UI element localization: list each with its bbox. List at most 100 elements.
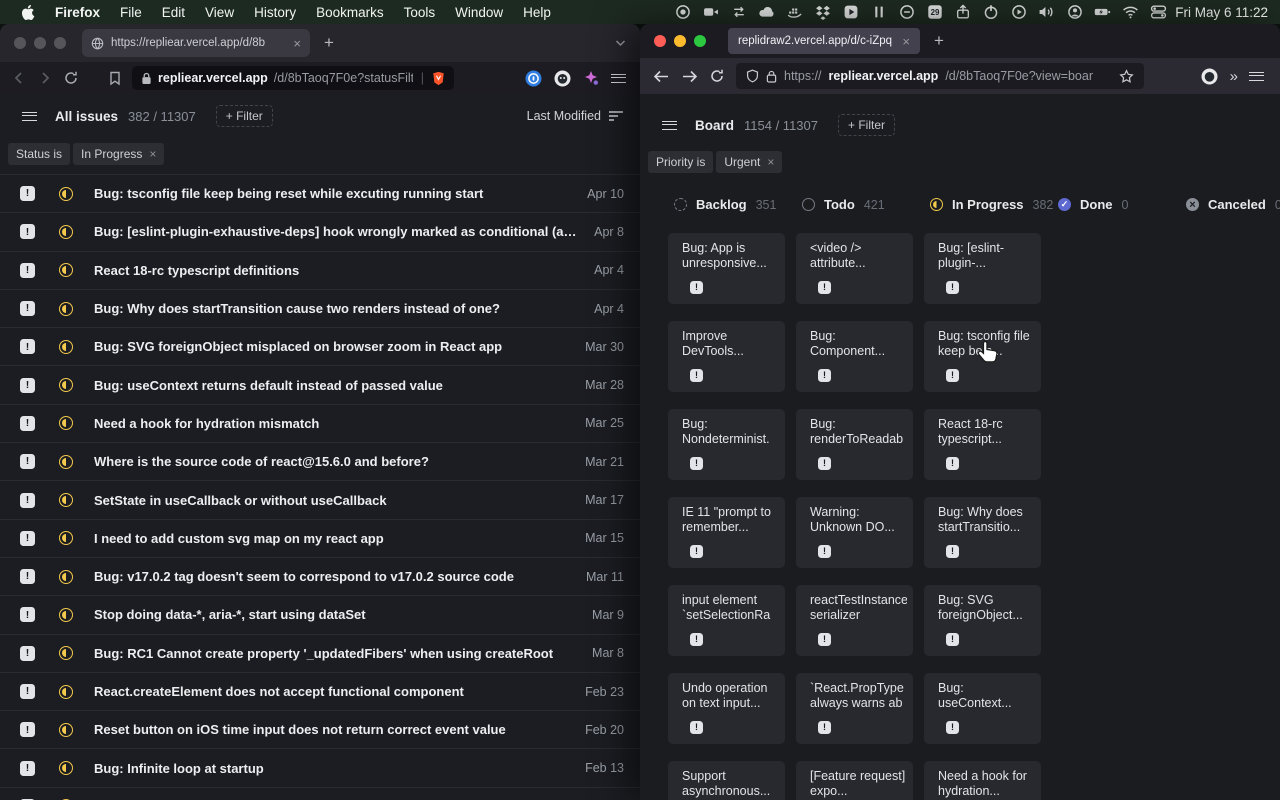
priority-urgent-icon[interactable]	[818, 721, 831, 734]
menubar-clock[interactable]: Fri May 6 11:22	[1175, 5, 1268, 20]
priority-urgent-icon[interactable]	[20, 263, 35, 278]
zoom-window-button[interactable]	[54, 37, 66, 49]
battery-charging-icon[interactable]	[1094, 4, 1111, 21]
apple-menu-icon[interactable]	[20, 4, 35, 21]
status-in-progress-icon[interactable]	[59, 608, 73, 622]
issue-card[interactable]: Improve DevTools...	[668, 321, 785, 392]
status-in-progress-icon[interactable]	[59, 761, 73, 775]
user-switch-icon[interactable]	[1150, 4, 1167, 21]
issue-row[interactable]: React.createElement does not accept func…	[0, 673, 640, 711]
status-in-progress-icon[interactable]	[59, 455, 73, 469]
status-in-progress-icon[interactable]	[59, 531, 73, 545]
issue-card[interactable]: Undo operation on text input...	[668, 673, 785, 744]
sidebar-toggle-icon[interactable]	[662, 121, 677, 130]
menubar-menu[interactable]: File	[110, 5, 152, 20]
stats-bars-icon[interactable]	[870, 4, 887, 21]
priority-urgent-icon[interactable]	[690, 721, 703, 734]
issue-card[interactable]: Bug: Component...	[796, 321, 913, 392]
github-extension-icon[interactable]	[554, 70, 571, 87]
dropbox-icon[interactable]	[814, 4, 831, 21]
priority-urgent-icon[interactable]	[20, 531, 35, 546]
status-in-progress-icon[interactable]	[59, 378, 73, 392]
priority-urgent-icon[interactable]	[818, 369, 831, 382]
priority-urgent-icon[interactable]	[20, 722, 35, 737]
status-in-progress-icon[interactable]	[59, 570, 73, 584]
close-tab-icon[interactable]: ×	[293, 36, 301, 51]
issue-row[interactable]: Bug: [eslint-plugin-exhaustive-deps] hoo…	[0, 213, 640, 251]
screen-record-icon[interactable]	[674, 4, 691, 21]
status-in-progress-icon[interactable]	[59, 302, 73, 316]
priority-urgent-icon[interactable]	[946, 545, 959, 558]
play-circle-icon[interactable]	[1010, 4, 1027, 21]
issue-row[interactable]: React 18-rc typescript definitions Apr 4	[0, 252, 640, 290]
status-in-progress-icon[interactable]	[59, 187, 73, 201]
issue-card[interactable]: Bug: SVG foreignObject...	[924, 585, 1041, 656]
forward-button[interactable]	[680, 67, 698, 85]
lock-icon[interactable]	[766, 70, 777, 83]
priority-urgent-icon[interactable]	[20, 224, 35, 239]
back-button[interactable]	[652, 67, 670, 85]
filter-field-chip[interactable]: Status is	[8, 143, 70, 165]
priority-urgent-icon[interactable]	[20, 186, 35, 201]
issue-row[interactable]: SetState in useCallback or without useCa…	[0, 481, 640, 519]
address-bar[interactable]: repliear.vercel.app/d/8bTaoq7F0e?statusF…	[132, 66, 454, 90]
overflow-chevrons-icon[interactable]: »	[1230, 68, 1237, 85]
status-in-progress-icon[interactable]	[59, 225, 73, 239]
issue-row[interactable]: Need a hook for hydration mismatch Mar 2…	[0, 405, 640, 443]
share-box-icon[interactable]	[954, 4, 971, 21]
issue-card[interactable]: <video /> attribute...	[796, 233, 913, 304]
power-circle-icon[interactable]	[982, 4, 999, 21]
priority-urgent-icon[interactable]	[946, 633, 959, 646]
priority-urgent-icon[interactable]	[20, 684, 35, 699]
priority-urgent-icon[interactable]	[20, 378, 35, 393]
issue-card[interactable]: Bug: renderToReadab	[796, 409, 913, 480]
issue-card[interactable]: IE 11 "prompt to remember...	[668, 497, 785, 568]
add-filter-button[interactable]: + Filter	[216, 105, 273, 127]
wifi-icon[interactable]	[1122, 4, 1139, 21]
lock-icon[interactable]	[141, 72, 152, 85]
extension-puzzle-icon[interactable]	[583, 70, 599, 86]
issue-row[interactable]: Bug: v17.0.2 tag doesn't seem to corresp…	[0, 558, 640, 596]
tab-list-chevron-icon[interactable]	[615, 39, 626, 47]
browser-menu-icon[interactable]	[611, 74, 626, 83]
bookmark-star-icon[interactable]	[1119, 69, 1134, 84]
status-in-progress-icon[interactable]	[59, 646, 73, 660]
priority-urgent-icon[interactable]	[690, 633, 703, 646]
issue-row[interactable]: Bug: RC1 Cannot create property '_update…	[0, 635, 640, 673]
priority-urgent-icon[interactable]	[20, 339, 35, 354]
issue-card[interactable]: React 18-rc typescript...	[924, 409, 1041, 480]
priority-urgent-icon[interactable]	[946, 457, 959, 470]
menubar-menu[interactable]: Bookmarks	[306, 5, 394, 20]
menubar-menu[interactable]: Firefox	[45, 5, 110, 20]
add-filter-button[interactable]: + Filter	[838, 114, 895, 136]
browser-menu-icon[interactable]	[1249, 72, 1264, 81]
close-window-button[interactable]	[14, 37, 26, 49]
address-bar[interactable]: https://repliear.vercel.app/d/8bTaoq7F0e…	[736, 63, 1144, 89]
menubar-menu[interactable]: History	[244, 5, 306, 20]
status-in-progress-icon[interactable]	[59, 263, 73, 277]
swap-arrows-icon[interactable]	[730, 4, 747, 21]
account-circle-icon[interactable]	[1066, 4, 1083, 21]
issue-row[interactable]: Where is the source code of react@15.6.0…	[0, 443, 640, 481]
priority-urgent-icon[interactable]	[20, 607, 35, 622]
filter-value-chip[interactable]: In Progress×	[73, 143, 164, 165]
issue-row[interactable]: Bug: useContext returns default instead …	[0, 366, 640, 404]
priority-urgent-icon[interactable]	[690, 545, 703, 558]
issue-card[interactable]: input element `setSelectionRa	[668, 585, 785, 656]
issue-row[interactable]: Bug: Infinite loop at startup Feb 13	[0, 749, 640, 787]
priority-urgent-icon[interactable]	[20, 301, 35, 316]
priority-urgent-icon[interactable]	[690, 281, 703, 294]
reload-button[interactable]	[708, 67, 726, 85]
remove-filter-icon[interactable]: ×	[149, 147, 156, 161]
issue-card[interactable]: Bug: App is unresponsive...	[668, 233, 785, 304]
close-window-button[interactable]	[654, 35, 666, 47]
issue-card[interactable]: Bug: useContext...	[924, 673, 1041, 744]
issue-card[interactable]: Bug: Why does startTransitio...	[924, 497, 1041, 568]
menubar-menu[interactable]: Edit	[152, 5, 195, 20]
browser-tab[interactable]: https://repliear.vercel.app/d/8b ×	[82, 29, 310, 57]
menubar-menu[interactable]: Tools	[394, 5, 446, 20]
issue-card[interactable]: Warning: Unknown DO...	[796, 497, 913, 568]
priority-urgent-icon[interactable]	[20, 454, 35, 469]
menubar-menu[interactable]: Window	[445, 5, 513, 20]
issue-card[interactable]: Need a hook for hydration...	[924, 761, 1041, 800]
